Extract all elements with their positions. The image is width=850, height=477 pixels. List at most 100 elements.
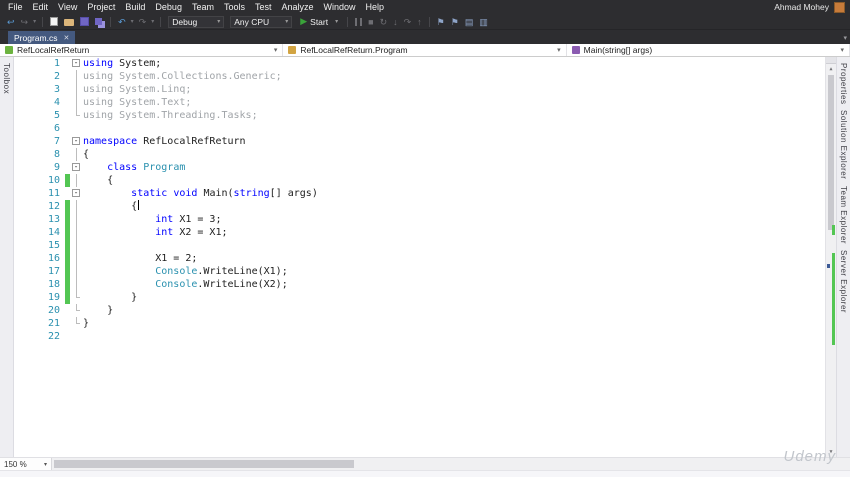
breakpoint-margin[interactable] (14, 226, 29, 239)
menu-help[interactable]: Help (361, 2, 390, 12)
fold-margin[interactable] (70, 226, 83, 239)
show-properties-icon[interactable]: ▥ (477, 17, 490, 27)
fold-margin[interactable] (70, 96, 83, 109)
pause-icon[interactable] (355, 17, 363, 26)
code-editor[interactable]: 1- using System; 2 using System.Collections… (14, 57, 836, 457)
horizontal-scrollbar-thumb[interactable] (54, 460, 354, 468)
open-file-icon[interactable] (64, 19, 75, 26)
menu-debug[interactable]: Debug (150, 2, 187, 12)
breakpoint-margin[interactable] (14, 304, 29, 317)
code-area[interactable]: 1- using System; 2 using System.Collections… (14, 57, 825, 457)
breakpoint-margin[interactable] (14, 148, 29, 161)
breakpoint-margin[interactable] (14, 291, 29, 304)
fold-margin[interactable]: - (70, 57, 83, 70)
fold-margin[interactable] (70, 291, 83, 304)
tab-overflow-dropdown-icon[interactable]: ▾ (843, 34, 847, 42)
undo-dropdown-icon[interactable]: ▾ (130, 17, 135, 27)
breakpoint-margin[interactable] (14, 213, 29, 226)
breakpoint-margin[interactable] (14, 83, 29, 96)
breakpoint-margin[interactable] (14, 252, 29, 265)
tab-program-cs[interactable]: Program.cs ✕ (8, 31, 76, 44)
close-icon[interactable]: ✕ (63, 34, 69, 42)
breakpoint-margin[interactable] (14, 122, 29, 135)
breakpoint-margin[interactable] (14, 57, 29, 70)
nav-forward-icon[interactable]: ↪ (19, 17, 31, 27)
side-tab-solution-explorer[interactable]: Solution Explorer (839, 110, 848, 179)
menu-view[interactable]: View (53, 2, 82, 12)
menu-build[interactable]: Build (120, 2, 150, 12)
start-debugging-button[interactable]: ▶ Start ▾ (296, 16, 342, 27)
breadcrumb-item-1[interactable]: RefLocalRefReturn.Program ▾ (283, 44, 567, 56)
menu-test[interactable]: Test (250, 2, 277, 12)
restart-icon[interactable]: ↻ (378, 17, 390, 27)
scrollbar-thumb[interactable] (828, 75, 834, 230)
fold-margin[interactable] (70, 265, 83, 278)
collapse-icon[interactable]: - (72, 59, 80, 67)
fold-margin[interactable] (70, 213, 83, 226)
fold-margin[interactable] (70, 304, 83, 317)
step-into-icon[interactable]: ↓ (391, 17, 400, 27)
breakpoint-margin[interactable] (14, 265, 29, 278)
breakpoint-margin[interactable] (14, 109, 29, 122)
breadcrumb-item-0[interactable]: RefLocalRefReturn ▾ (0, 44, 284, 56)
fold-margin[interactable]: - (70, 161, 83, 174)
scroll-up-icon[interactable]: ▲ (826, 64, 836, 74)
breakpoint-margin[interactable] (14, 70, 29, 83)
breakpoint-margin[interactable] (14, 330, 29, 343)
fold-margin[interactable] (70, 83, 83, 96)
fold-margin[interactable] (70, 109, 83, 122)
save-all-icon[interactable] (95, 18, 103, 25)
fold-margin[interactable] (70, 317, 83, 330)
redo-dropdown-icon[interactable]: ▾ (150, 17, 155, 27)
zoom-control[interactable]: 150 % ▾ (0, 458, 52, 470)
breakpoint-margin[interactable] (14, 174, 29, 187)
side-tab-team-explorer[interactable]: Team Explorer (839, 186, 848, 244)
nav-dropdown-icon[interactable]: ▾ (32, 17, 37, 27)
breakpoint-margin[interactable] (14, 278, 29, 291)
fold-margin[interactable] (70, 252, 83, 265)
menu-project[interactable]: Project (82, 2, 120, 12)
menu-window[interactable]: Window (319, 2, 361, 12)
fold-margin[interactable]: - (70, 187, 83, 200)
breakpoint-margin[interactable] (14, 317, 29, 330)
side-tab-toolbox[interactable]: Toolbox (2, 63, 11, 94)
bookmark-icon[interactable]: ⚑ (435, 17, 447, 27)
breakpoint-margin[interactable] (14, 239, 29, 252)
next-bookmark-icon[interactable]: ⚑ (449, 17, 461, 27)
new-file-icon[interactable] (50, 17, 59, 26)
menu-analyze[interactable]: Analyze (277, 2, 319, 12)
collapse-icon[interactable]: - (72, 189, 80, 197)
configuration-dropdown[interactable]: Debug ▾ (168, 15, 225, 28)
scroll-down-icon[interactable]: ▼ (826, 447, 836, 457)
user-avatar[interactable] (834, 1, 845, 13)
fold-margin[interactable] (70, 330, 83, 343)
side-tab-properties[interactable]: Properties (839, 63, 848, 104)
stop-icon[interactable]: ■ (366, 17, 375, 27)
collapse-icon[interactable]: - (72, 137, 80, 145)
vertical-scrollbar[interactable]: ▲ ▼ (825, 57, 836, 457)
side-tab-server-explorer[interactable]: Server Explorer (839, 250, 848, 313)
breakpoint-margin[interactable] (14, 135, 29, 148)
breakpoint-margin[interactable] (14, 161, 29, 174)
user-name[interactable]: Ahmad Mohey (774, 2, 834, 12)
breadcrumb-item-2[interactable]: Main(string[] args) ▾ (567, 44, 850, 56)
fold-margin[interactable] (70, 148, 83, 161)
step-over-icon[interactable]: ↷ (402, 17, 414, 27)
fold-margin[interactable] (70, 122, 83, 135)
breakpoint-margin[interactable] (14, 187, 29, 200)
menu-tools[interactable]: Tools (219, 2, 250, 12)
menu-file[interactable]: File (3, 2, 28, 12)
redo-icon[interactable]: ↷ (137, 17, 149, 27)
nav-backward-icon[interactable]: ↩ (5, 17, 17, 27)
menu-edit[interactable]: Edit (28, 2, 54, 12)
breakpoint-margin[interactable] (14, 96, 29, 109)
fold-margin[interactable] (70, 239, 83, 252)
fold-margin[interactable] (70, 174, 83, 187)
fold-margin[interactable]: - (70, 135, 83, 148)
fold-margin[interactable] (70, 200, 83, 213)
collapse-icon[interactable]: - (72, 163, 80, 171)
horizontal-scrollbar[interactable] (52, 458, 850, 470)
undo-icon[interactable]: ↶ (116, 17, 128, 27)
fold-margin[interactable] (70, 278, 83, 291)
menu-team[interactable]: Team (187, 2, 219, 12)
